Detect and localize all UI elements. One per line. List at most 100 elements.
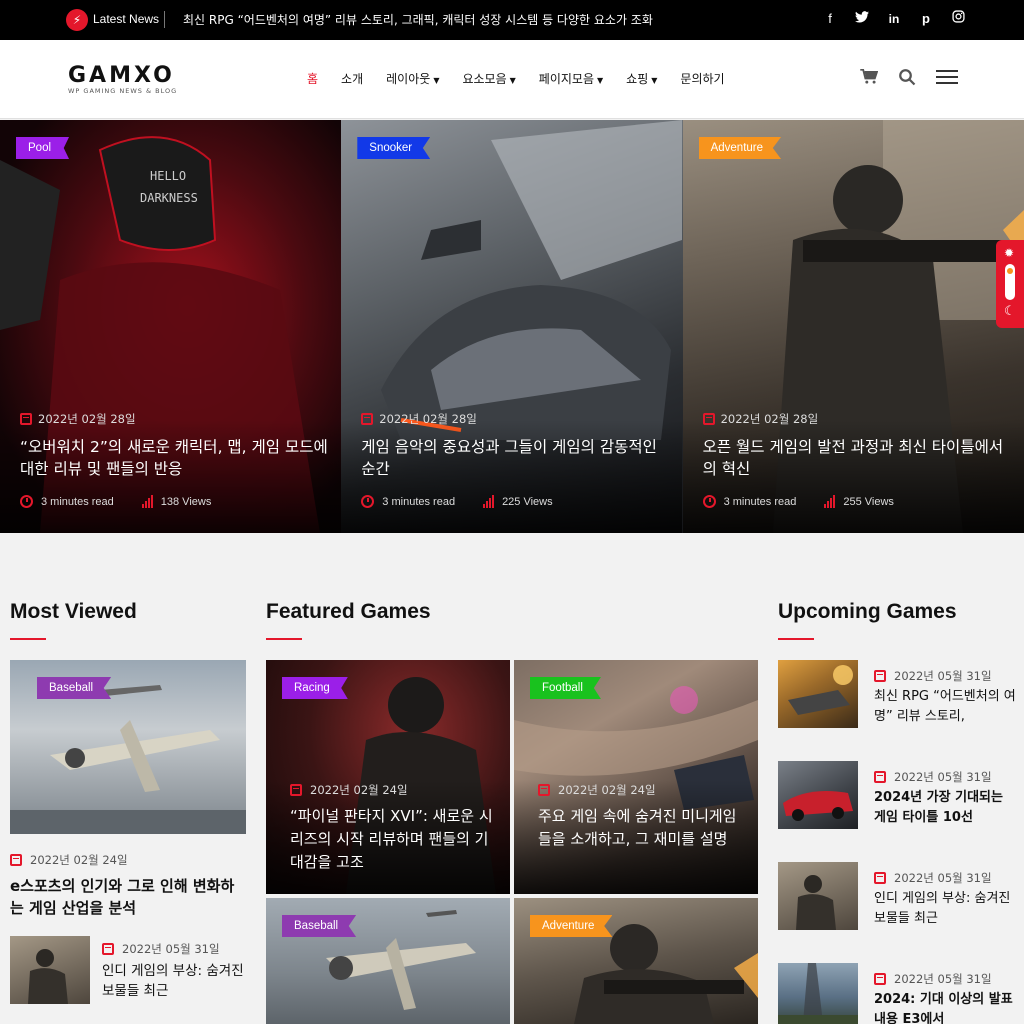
section-title-most-viewed: Most Viewed (10, 600, 137, 623)
post-date: 2022년 05월 31일 (874, 769, 992, 785)
nav-contact[interactable]: 문의하기 (680, 70, 724, 87)
twitter-icon[interactable] (854, 10, 870, 28)
post-meta: 3 minutes read 138 Views (20, 495, 211, 508)
post-thumbnail[interactable] (778, 963, 858, 1024)
toggle-switch[interactable] (1005, 264, 1015, 300)
upcoming-item[interactable]: 2022년 05월 31일 2024: 기대 이상의 발표 내용 E3에서 (778, 963, 1024, 1024)
latest-news-label: Latest News (93, 12, 160, 26)
post-meta: 3 minutes read 255 Views (702, 495, 894, 508)
category-tag[interactable]: Football (530, 677, 601, 699)
cart-icon[interactable] (860, 69, 878, 85)
post-title[interactable]: “오버워치 2”의 새로운 캐릭터, 맵, 게임 모드에 대한 리뷰 및 팬들의… (20, 436, 330, 480)
calendar-icon (874, 670, 886, 682)
post-title[interactable]: 주요 게임 속에 숨겨진 미니게임들을 소개하고, 그 재미를 설명 (538, 805, 743, 851)
nav-home[interactable]: 홈 (307, 70, 318, 87)
calendar-icon (874, 771, 886, 783)
search-icon[interactable] (898, 68, 916, 86)
pinterest-icon[interactable]: p (918, 10, 934, 28)
post-thumbnail[interactable] (778, 862, 858, 930)
theme-toggle[interactable]: ✹ ☾ (996, 240, 1024, 328)
nav-elements[interactable]: 요소모음 ▼ (462, 70, 515, 87)
chevron-down-icon: ▼ (651, 76, 658, 85)
featured-card[interactable]: Adventure (514, 898, 758, 1024)
upcoming-item[interactable]: 2022년 05월 31일 2024년 가장 기대되는 게임 타이틀 10선 (778, 761, 1024, 831)
views-icon (141, 495, 153, 508)
header-actions (860, 68, 958, 86)
calendar-icon (290, 784, 302, 796)
post-date: 2022년 02월 28일 (702, 411, 818, 427)
latest-news-ticker[interactable]: 최신 RPG “어드벤처의 여명” 리뷰 스토리, 그래픽, 캐릭터 성장 시스… (183, 11, 653, 28)
calendar-icon (874, 973, 886, 985)
svg-text:DARKNESS: DARKNESS (140, 191, 198, 205)
category-tag[interactable]: Adventure (698, 137, 782, 159)
site-logo[interactable]: GAMXO WP GAMING NEWS & BLOG (68, 65, 177, 96)
category-tag[interactable]: Adventure (530, 915, 613, 937)
post-date: 2022년 05월 31일 (102, 941, 220, 957)
nav-shop[interactable]: 쇼핑 ▼ (626, 70, 657, 87)
calendar-icon (538, 784, 550, 796)
post-title[interactable]: 최신 RPG “어드벤처의 여명” 리뷰 스토리, (874, 687, 1016, 727)
post-thumbnail[interactable] (10, 936, 90, 1004)
featured-card[interactable]: Racing 2022년 02월 24일 “파이널 판타지 XVI”: 새로운 … (266, 660, 510, 894)
linkedin-icon[interactable]: in (886, 10, 902, 28)
clock-icon (20, 495, 33, 508)
instagram-icon[interactable] (950, 10, 966, 28)
featured-card[interactable]: Football 2022년 02월 24일 주요 게임 속에 숨겨진 미니게임… (514, 660, 758, 894)
post-meta: 3 minutes read 225 Views (361, 495, 553, 508)
post-thumbnail[interactable] (778, 761, 858, 829)
post-title[interactable]: 2024: 기대 이상의 발표 내용 E3에서 (874, 990, 1016, 1024)
calendar-icon (102, 943, 114, 955)
post-date: 2022년 02월 24일 (10, 852, 128, 868)
post-date: 2022년 05월 31일 (874, 668, 992, 684)
section-title-upcoming: Upcoming Games (778, 600, 957, 623)
upcoming-item[interactable]: 2022년 05월 31일 인디 게임의 부상: 숨겨진 보물들 최근 (778, 862, 1024, 932)
category-tag[interactable]: Baseball (37, 677, 112, 699)
category-tag[interactable]: Baseball (282, 915, 357, 937)
svg-text:HELLO: HELLO (150, 169, 186, 183)
lightning-icon: ⚡ (66, 9, 88, 31)
category-tag[interactable]: Pool (16, 137, 70, 159)
menu-icon[interactable] (936, 70, 958, 84)
facebook-icon[interactable]: f (822, 10, 838, 28)
category-tag[interactable]: Snooker (357, 137, 431, 159)
post-date: 2022년 02월 28일 (20, 411, 136, 427)
social-links: f in p (822, 10, 966, 28)
section-underline (10, 638, 46, 640)
most-viewed-image[interactable]: Baseball (10, 660, 246, 834)
hero-card[interactable]: Adventure 2022년 02월 28일 오픈 월드 게임의 발전 과정과… (682, 120, 1024, 533)
calendar-icon (10, 854, 22, 866)
post-date: 2022년 02월 28일 (361, 411, 477, 427)
nav-layout[interactable]: 레이아웃 ▼ (386, 70, 439, 87)
calendar-icon (20, 413, 32, 425)
section-title-featured: Featured Games (266, 600, 431, 623)
post-title[interactable]: “파이널 판타지 XVI”: 새로운 시리즈의 시작 리뷰하며 팬들의 기대감을… (290, 805, 495, 874)
post-date: 2022년 05월 31일 (874, 870, 992, 886)
post-title[interactable]: 인디 게임의 부상: 숨겨진 보물들 최근 (102, 961, 244, 1001)
calendar-icon (702, 413, 715, 425)
post-title[interactable]: 인디 게임의 부상: 숨겨진 보물들 최근 (874, 889, 1016, 929)
hero-card[interactable]: Snooker 2022년 02월 28일 게임 음악의 중요성과 그들이 게임… (341, 120, 683, 533)
post-title[interactable]: 오픈 월드 게임의 발전 과정과 최신 타이틀에서의 혁신 (703, 436, 1013, 480)
post-title[interactable]: e스포츠의 인기와 그로 인해 변화하는 게임 산업을 분석 (10, 875, 246, 919)
section-underline (778, 638, 814, 640)
post-title[interactable]: 2024년 가장 기대되는 게임 타이틀 10선 (874, 788, 1016, 828)
chevron-down-icon: ▼ (509, 76, 516, 85)
post-title[interactable]: 게임 음악의 중요성과 그들이 게임의 감동적인 순간 (361, 436, 671, 480)
hero-card[interactable]: HELLO DARKNESS Pool 2022년 02월 28일 “오버워치 … (0, 120, 342, 533)
post-date: 2022년 05월 31일 (874, 971, 992, 987)
nav-about[interactable]: 소개 (341, 70, 363, 87)
upcoming-item[interactable]: 2022년 05월 31일 최신 RPG “어드벤처의 여명” 리뷰 스토리, (778, 660, 1024, 730)
featured-card[interactable]: Baseball (266, 898, 510, 1024)
post-thumbnail[interactable] (778, 660, 858, 728)
category-tag[interactable]: Racing (282, 677, 348, 699)
views-icon (483, 495, 495, 508)
clock-icon (702, 495, 716, 508)
nav-pages[interactable]: 페이지모음 ▼ (539, 70, 603, 87)
hero-slider: HELLO DARKNESS Pool 2022년 02월 28일 “오버워치 … (0, 120, 1024, 533)
views-icon (824, 495, 836, 508)
post-date: 2022년 02월 24일 (290, 782, 408, 798)
section-underline (266, 638, 302, 640)
divider (164, 11, 165, 28)
chevron-down-icon: ▼ (433, 76, 440, 85)
sun-icon: ✹ (1004, 246, 1015, 260)
